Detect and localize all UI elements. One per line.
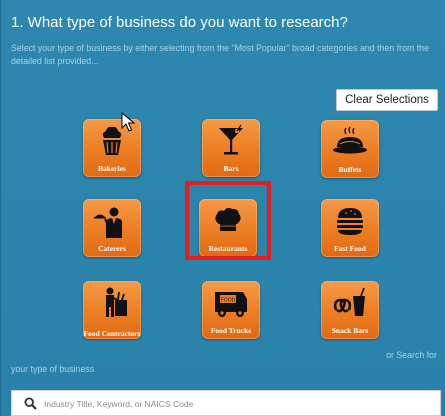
- waiter-icon: [94, 207, 122, 238]
- burger-icon: [337, 208, 363, 235]
- clear-selections-button[interactable]: Clear Selections: [336, 89, 438, 111]
- category-tile-buffets[interactable]: Buffets: [321, 120, 379, 178]
- category-label: Caterers: [98, 244, 126, 253]
- category-label: Food Contractors: [83, 329, 141, 338]
- category-label: Bakeries: [98, 164, 126, 173]
- search-icon: [24, 397, 37, 410]
- section-title: 1. What type of business do you want to …: [11, 14, 348, 31]
- svg-text:FOOD: FOOD: [221, 298, 236, 304]
- category-tile-fast-food[interactable]: Fast Food: [321, 199, 379, 257]
- selected-category-highlight: [185, 181, 271, 260]
- category-tile-food-trucks[interactable]: FOOD Food Trucks: [202, 281, 260, 339]
- food-truck-icon: FOOD: [215, 292, 247, 317]
- category-tile-caterers[interactable]: Caterers: [83, 199, 141, 257]
- category-tile-food-contractors[interactable]: Food Contractors: [83, 281, 141, 339]
- category-label: Snack Bars: [331, 326, 369, 335]
- pasta-plate-icon: [333, 126, 367, 154]
- business-type-panel: 1. What type of business do you want to …: [0, 0, 445, 416]
- grocery-bag-icon: [106, 287, 127, 317]
- mouse-cursor-icon: [121, 112, 135, 132]
- category-tile-bars[interactable]: Bars: [202, 119, 260, 177]
- category-label: Buffets: [338, 165, 362, 174]
- industry-search-input[interactable]: [42, 394, 436, 414]
- category-label: Fast Food: [334, 244, 366, 253]
- pretzel-drink-icon: [333, 287, 365, 316]
- category-tile-snack-bars[interactable]: Snack Bars: [321, 281, 379, 339]
- search-prompt-text-continued: your type of business: [11, 364, 95, 374]
- section-instructions: Select your type of business by either s…: [11, 43, 429, 66]
- cocktail-glass-icon: [219, 124, 243, 155]
- industry-search-box[interactable]: [11, 390, 441, 416]
- category-label: Food Trucks: [210, 326, 252, 335]
- category-label: Bars: [223, 164, 239, 173]
- search-prompt-text: or Search for: [386, 350, 437, 360]
